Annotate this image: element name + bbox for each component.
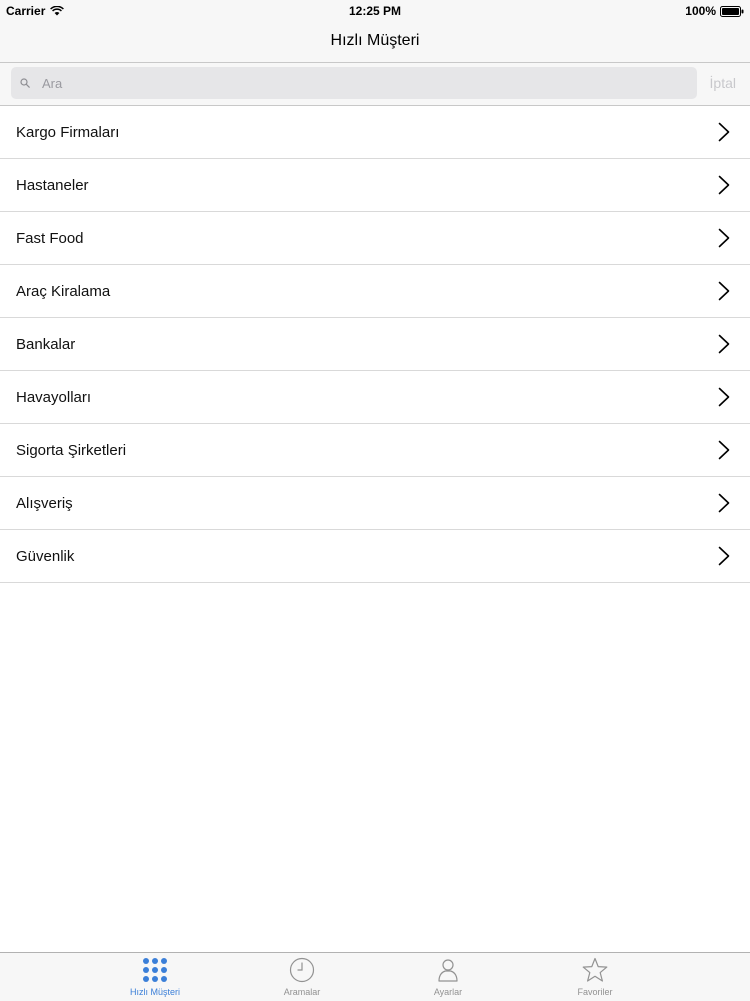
chevron-right-icon (718, 334, 730, 354)
tab-label: Favoriler (577, 987, 613, 997)
chevron-right-icon (718, 546, 730, 566)
star-icon (582, 957, 608, 982)
list-item-arac-kiralama[interactable]: Araç Kiralama (0, 265, 750, 318)
tab-favoriler[interactable]: Favoriler (545, 953, 645, 1001)
search-icon (20, 78, 30, 88)
search-bar: İptal (0, 63, 750, 106)
person-icon (438, 959, 458, 982)
chevron-right-icon (718, 387, 730, 407)
tab-label: Ayarlar (433, 987, 463, 997)
chevron-right-icon (718, 228, 730, 248)
list-item-label: Alışveriş (16, 494, 73, 512)
list-item-label: Hastaneler (16, 176, 89, 194)
tab-ayarlar[interactable]: Ayarlar (398, 953, 498, 1001)
chevron-right-icon (718, 281, 730, 301)
list-item-label: Sigorta Şirketleri (16, 441, 127, 459)
search-input[interactable] (40, 74, 644, 92)
chevron-right-icon (718, 122, 730, 142)
list-item-guvenlik[interactable]: Güvenlik (0, 530, 750, 583)
navigation-bar: Hızlı Müşteri (0, 22, 750, 63)
list-item-havayollari[interactable]: Havayolları (0, 371, 750, 424)
tab-label: Aramalar (283, 987, 321, 997)
status-battery: 100% (685, 4, 744, 18)
chevron-right-icon (718, 440, 730, 460)
tab-aramalar[interactable]: Aramalar (252, 953, 352, 1001)
tab-bar: Hızlı Müşteri Aramalar Ayarlar Favoriler (0, 952, 750, 1001)
page-title: Hızlı Müşteri (330, 32, 420, 49)
chevron-right-icon (718, 175, 730, 195)
list-item-label: Kargo Firmaları (16, 123, 120, 141)
search-field[interactable] (11, 67, 697, 99)
list-item-fast-food[interactable]: Fast Food (0, 212, 750, 265)
category-list: Kargo Firmaları Hastaneler Fast Food Ara… (0, 106, 750, 583)
battery-icon (720, 5, 744, 17)
status-bar: Carrier 12:25 PM 100% (0, 0, 750, 22)
tab-hizli-musteri[interactable]: Hızlı Müşteri (105, 953, 205, 1001)
clock-icon (289, 957, 315, 983)
list-item-bankalar[interactable]: Bankalar (0, 318, 750, 371)
list-item-alisveris[interactable]: Alışveriş (0, 477, 750, 530)
list-item-label: Araç Kiralama (16, 282, 111, 300)
chevron-right-icon (718, 493, 730, 513)
list-item-label: Havayolları (16, 388, 92, 406)
list-item-label: Güvenlik (16, 547, 75, 565)
battery-percent: 100% (685, 4, 716, 18)
status-time: 12:25 PM (348, 4, 402, 18)
grid-icon (143, 958, 167, 982)
cancel-button[interactable]: İptal (710, 75, 736, 91)
list-item-label: Bankalar (16, 335, 76, 353)
list-item-kargo-firmalari[interactable]: Kargo Firmaları (0, 106, 750, 159)
list-item-label: Fast Food (16, 229, 84, 247)
list-item-sigorta-sirketleri[interactable]: Sigorta Şirketleri (0, 424, 750, 477)
tab-label: Hızlı Müşteri (129, 987, 180, 997)
list-item-hastaneler[interactable]: Hastaneler (0, 159, 750, 212)
